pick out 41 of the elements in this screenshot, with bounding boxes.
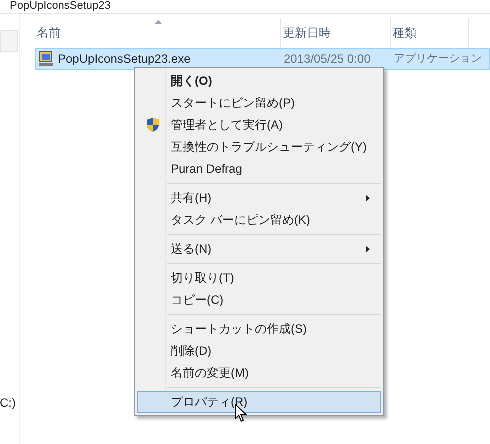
menu-item[interactable]: タスク バーにピン留め(K) (137, 209, 381, 231)
menu-item[interactable]: 管理者として実行(A) (137, 114, 381, 136)
menu-item[interactable]: 削除(D) (137, 340, 381, 362)
menu-item[interactable]: 切り取り(T) (137, 267, 381, 289)
menu-item-label: プロパティ(R) (170, 394, 248, 411)
menu-item-label: Puran Defrag (170, 161, 242, 178)
menu-item[interactable]: 名前の変更(M) (137, 362, 381, 384)
menu-item[interactable]: 互換性のトラブルシューティング(Y) (137, 136, 381, 158)
menu-item-label: 開く(O) (170, 73, 212, 90)
modified-date: 2013/05/25 0:00 (283, 51, 372, 68)
menu-item-label: 削除(D) (170, 343, 212, 360)
file-row[interactable]: PopUpIconsSetup23.exe 2013/05/25 0:00 アプリケーション (35, 48, 490, 70)
computer-icon (38, 51, 54, 67)
menu-item[interactable]: 共有(H) (137, 187, 381, 209)
column-label: 名前 (37, 25, 61, 42)
menu-item-label: 送る(N) (170, 241, 212, 258)
menu-item[interactable]: ショートカットの作成(S) (137, 318, 381, 340)
file-type: アプリケーション (393, 52, 482, 67)
menu-item-label: コピー(C) (170, 292, 224, 309)
menu-item-label: 互換性のトラブルシューティング(Y) (170, 139, 367, 156)
submenu-arrow-icon (366, 194, 370, 202)
file-name: PopUpIconsSetup23.exe (58, 51, 191, 68)
menu-item-label: タスク バーにピン留め(K) (170, 212, 310, 229)
column-label: 種類 (393, 25, 417, 42)
menu-item[interactable]: Puran Defrag (137, 158, 381, 180)
column-label: 更新日時 (283, 25, 331, 42)
menu-item[interactable]: スタートにピン留め(P) (137, 92, 381, 114)
menu-item-label: 切り取り(T) (170, 270, 234, 287)
menu-item[interactable]: 送る(N) (137, 238, 381, 260)
menu-item-label: 名前の変更(M) (170, 365, 249, 382)
menu-item-label: 共有(H) (170, 190, 212, 207)
shield-icon (146, 117, 160, 133)
menu-item[interactable]: コピー(C) (137, 289, 381, 311)
menu-item[interactable]: プロパティ(R) (137, 391, 381, 413)
window-title: PopUpIconsSetup23 (10, 0, 111, 13)
submenu-arrow-icon (366, 246, 370, 252)
menu-item[interactable]: 開く(O) (137, 70, 381, 92)
menu-item-label: 管理者として実行(A) (170, 117, 283, 134)
menu-item-label: スタートにピン留め(P) (170, 95, 295, 112)
menu-item-label: ショートカットの作成(S) (170, 321, 307, 338)
nav-item[interactable]: C:) (0, 394, 19, 412)
